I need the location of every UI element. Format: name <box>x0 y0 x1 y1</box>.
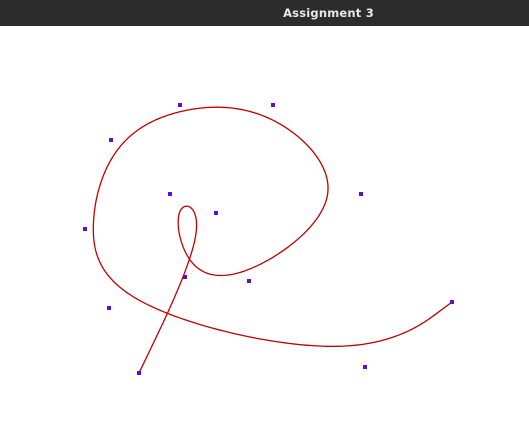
control-points-layer <box>83 103 454 375</box>
control-point-2[interactable] <box>271 103 275 107</box>
spline-curve <box>92 106 453 374</box>
control-point-3[interactable] <box>109 138 113 142</box>
curve-canvas-svg[interactable] <box>0 26 529 425</box>
drawing-canvas[interactable] <box>0 26 529 425</box>
control-point-8[interactable] <box>183 275 187 279</box>
app-window: Assignment 3 <box>0 0 529 425</box>
control-point-1[interactable] <box>178 103 182 107</box>
control-point-11[interactable] <box>450 300 454 304</box>
title-bar[interactable]: Assignment 3 <box>0 0 529 26</box>
control-point-10[interactable] <box>107 306 111 310</box>
control-point-7[interactable] <box>83 227 87 231</box>
window-title: Assignment 3 <box>283 6 374 20</box>
control-point-9[interactable] <box>247 279 251 283</box>
curve-layer <box>92 106 453 374</box>
control-point-13[interactable] <box>137 371 141 375</box>
control-point-12[interactable] <box>363 365 367 369</box>
control-point-4[interactable] <box>359 192 363 196</box>
control-point-6[interactable] <box>214 211 218 215</box>
control-point-5[interactable] <box>168 192 172 196</box>
